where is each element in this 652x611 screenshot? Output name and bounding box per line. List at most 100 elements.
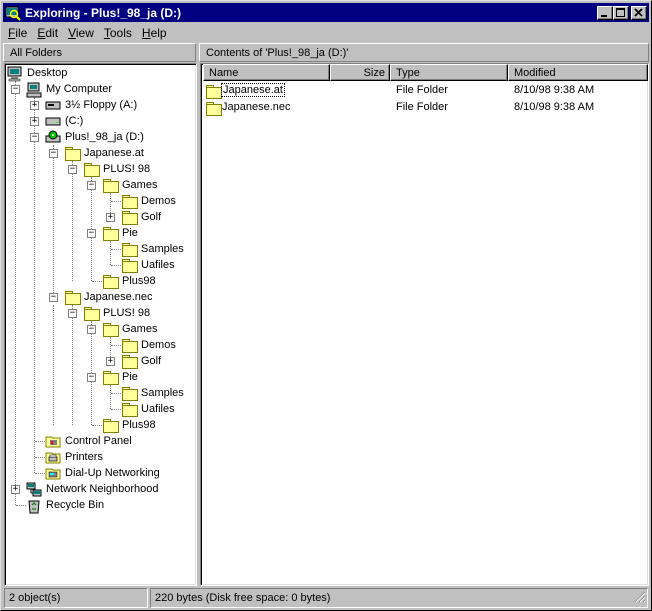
expand-network[interactable]: + xyxy=(11,485,20,494)
tree-item-japanese-nec[interactable]: Japanese.nec xyxy=(64,289,155,305)
network-icon xyxy=(26,482,44,497)
collapse-pie-nec[interactable]: − xyxy=(87,373,96,382)
title-bar[interactable]: Exploring - Plus!_98_ja (D:) xyxy=(3,3,649,22)
tree-line xyxy=(35,441,45,442)
menu-tools[interactable]: Tools xyxy=(99,26,137,40)
tree-line xyxy=(111,409,121,410)
tree-item-printers[interactable]: Printers xyxy=(45,449,105,465)
folder-icon xyxy=(121,194,139,209)
collapse-d-drive[interactable]: − xyxy=(30,133,39,142)
contents-list[interactable]: Name Size Type Modified Japanese.at File… xyxy=(200,63,649,586)
tree-item-control-panel[interactable]: Control Panel xyxy=(45,433,134,449)
file-modified: 8/10/98 9:38 AM xyxy=(514,101,595,113)
column-header-type[interactable]: Type xyxy=(390,64,508,81)
tree-item-network-neighborhood[interactable]: Network Neighborhood xyxy=(26,481,161,497)
file-name: Japanese.nec xyxy=(222,101,291,113)
tree-item-plus98[interactable]: PLUS! 98 xyxy=(83,161,152,177)
resize-grip-icon[interactable] xyxy=(634,591,646,606)
folder-icon xyxy=(121,258,139,273)
tree-item-uafiles[interactable]: Uafiles xyxy=(121,257,177,273)
expand-c-drive[interactable]: + xyxy=(30,117,39,126)
expand-floppy[interactable]: + xyxy=(30,101,39,110)
tree-item-dialup[interactable]: Dial-Up Networking xyxy=(45,465,162,481)
tree-item-plus98-nec[interactable]: PLUS! 98 xyxy=(83,305,152,321)
folder-icon xyxy=(102,178,120,193)
close-button[interactable] xyxy=(631,5,647,20)
file-modified: 8/10/98 9:38 AM xyxy=(514,84,595,96)
collapse-japanese-nec[interactable]: − xyxy=(49,293,58,302)
collapse-japanese-at[interactable]: − xyxy=(49,149,58,158)
drive-icon xyxy=(45,114,63,128)
tree-item-demos[interactable]: Demos xyxy=(121,193,178,209)
folder-icon xyxy=(102,274,120,289)
tree-line xyxy=(72,305,73,425)
desktop-icon xyxy=(7,66,25,82)
tree-line xyxy=(111,265,121,266)
tree-item-my-computer[interactable]: My Computer xyxy=(26,81,114,98)
tree-line xyxy=(53,305,54,425)
folder-tree[interactable]: Desktop − My Computer + 3½ Floppy (A:) +… xyxy=(4,63,197,586)
explorer-app-icon[interactable] xyxy=(5,5,21,21)
collapse-pie[interactable]: − xyxy=(87,229,96,238)
file-type: File Folder xyxy=(396,101,448,113)
column-header-modified[interactable]: Modified xyxy=(508,64,648,81)
minimize-button[interactable] xyxy=(597,5,613,20)
folder-icon xyxy=(83,162,101,177)
collapse-my-computer[interactable]: − xyxy=(11,85,20,94)
file-row-japanese-at[interactable]: Japanese.at File Folder 8/10/98 9:38 AM xyxy=(203,83,648,99)
tree-item-samples[interactable]: Samples xyxy=(121,241,186,257)
column-header-name[interactable]: Name xyxy=(203,64,330,81)
tree-line xyxy=(34,97,35,473)
tree-item-games[interactable]: Games xyxy=(102,177,159,193)
file-row-japanese-nec[interactable]: Japanese.nec File Folder 8/10/98 9:38 AM xyxy=(203,100,648,116)
tree-line xyxy=(35,457,45,458)
tree-line xyxy=(110,385,111,409)
tree-item-golf[interactable]: Golf xyxy=(121,209,163,225)
tree-item-games-nec[interactable]: Games xyxy=(102,321,159,337)
folder-icon xyxy=(121,338,139,353)
tree-item-plus98-folder-nec[interactable]: Plus98 xyxy=(102,417,158,433)
tree-item-desktop[interactable]: Desktop xyxy=(7,65,69,82)
tree-item-plus98-folder[interactable]: Plus98 xyxy=(102,273,158,289)
menu-edit[interactable]: Edit xyxy=(32,26,63,40)
folder-icon xyxy=(102,370,120,385)
tree-item-demos-nec[interactable]: Demos xyxy=(121,337,178,353)
expand-golf[interactable]: + xyxy=(106,213,115,222)
tree-line xyxy=(72,161,73,281)
collapse-games-nec[interactable]: − xyxy=(87,325,96,334)
collapse-games[interactable]: − xyxy=(87,181,96,190)
tree-line xyxy=(111,345,121,346)
column-header-size[interactable]: Size xyxy=(330,64,390,81)
folder-icon xyxy=(121,402,139,417)
tree-line xyxy=(111,201,121,202)
tree-item-c-drive[interactable]: (C:) xyxy=(45,113,85,129)
folder-icon xyxy=(83,306,101,321)
folder-icon xyxy=(205,101,222,116)
minimize-icon xyxy=(601,14,607,17)
tree-item-uafiles-nec[interactable]: Uafiles xyxy=(121,401,177,417)
menu-file[interactable]: File xyxy=(3,26,32,40)
tree-item-japanese-at[interactable]: Japanese.at xyxy=(64,145,146,161)
file-name: Japanese.at xyxy=(221,83,285,97)
recycle-bin-icon xyxy=(26,498,44,514)
tree-item-pie[interactable]: Pie xyxy=(102,225,140,241)
maximize-button[interactable] xyxy=(613,5,629,20)
tree-item-recycle-bin[interactable]: Recycle Bin xyxy=(26,497,106,514)
tree-item-floppy[interactable]: 3½ Floppy (A:) xyxy=(45,97,139,113)
dialup-icon xyxy=(45,466,63,480)
folder-icon xyxy=(121,386,139,401)
tree-item-samples-nec[interactable]: Samples xyxy=(121,385,186,401)
tree-item-pie-nec[interactable]: Pie xyxy=(102,369,140,385)
collapse-plus98-nec[interactable]: − xyxy=(68,309,77,318)
close-icon xyxy=(634,7,643,17)
tree-item-golf-nec[interactable]: Golf xyxy=(121,353,163,369)
tree-item-d-drive[interactable]: Plus!_98_ja (D:) xyxy=(45,129,146,145)
folder-icon xyxy=(102,322,120,337)
control-panel-icon xyxy=(45,434,63,448)
menu-view[interactable]: View xyxy=(63,26,99,40)
menu-help[interactable]: Help xyxy=(137,26,172,40)
printers-icon xyxy=(45,450,63,464)
folder-icon xyxy=(121,354,139,369)
expand-golf-nec[interactable]: + xyxy=(106,357,115,366)
collapse-plus98[interactable]: − xyxy=(68,165,77,174)
